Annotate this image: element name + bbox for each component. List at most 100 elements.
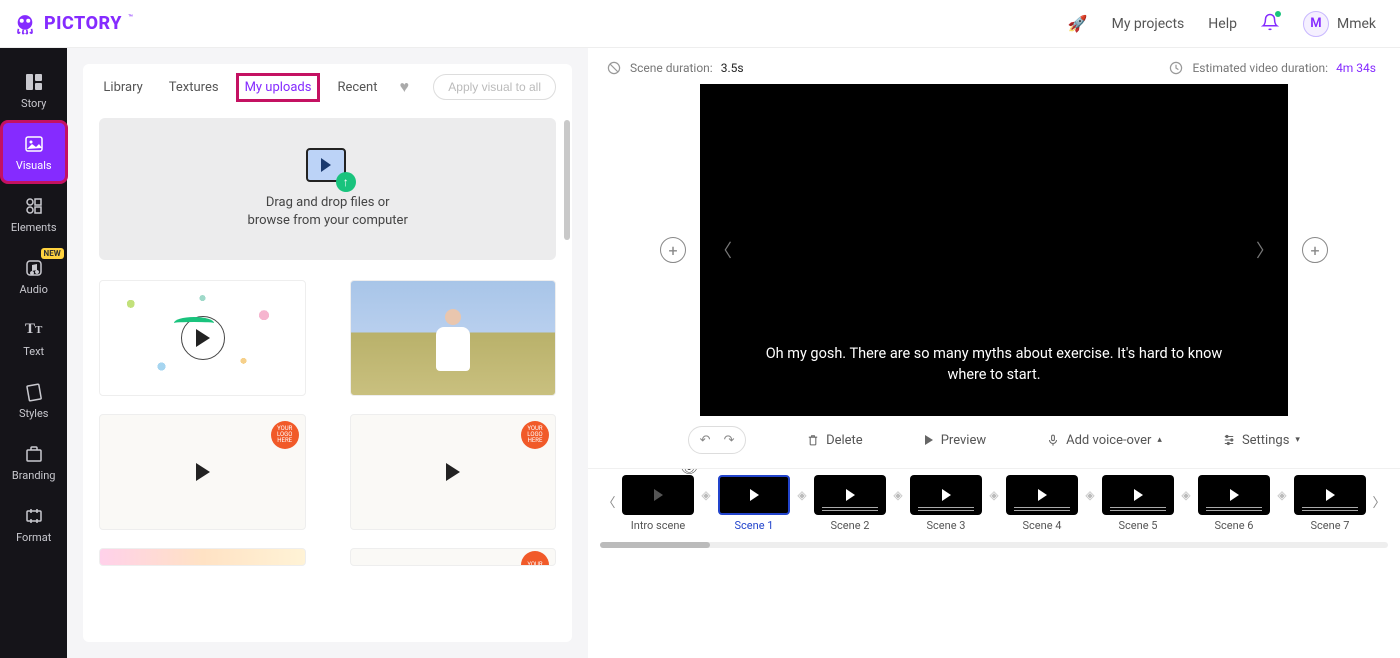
upload-thumb[interactable] <box>350 280 556 396</box>
sidebar-item-styles[interactable]: Styles <box>2 370 66 430</box>
logo-badge-icon: YOURLOGOHERE <box>271 421 299 449</box>
sidebar-item-story[interactable]: Story <box>2 60 66 120</box>
timeline-prev-button[interactable]: 〈 <box>600 475 618 527</box>
transition-icon[interactable]: ◈ <box>698 475 714 515</box>
transition-icon[interactable]: ◈ <box>794 475 810 515</box>
user-menu[interactable]: M Mmek <box>1303 11 1376 37</box>
scrollbar[interactable] <box>564 120 570 240</box>
scene-label: Scene 6 <box>1215 519 1254 532</box>
format-icon <box>23 505 45 527</box>
video-preview: 〈 〉 Oh my gosh. There are so many myths … <box>700 84 1288 416</box>
upload-thumb[interactable]: YOUR <box>350 548 556 566</box>
scene-item-4[interactable]: Scene 4 <box>1006 475 1078 532</box>
dropzone-line1: Drag and drop files or <box>248 194 408 212</box>
play-icon <box>923 434 935 446</box>
scene-label: Scene 4 <box>1023 519 1062 532</box>
transition-icon[interactable]: ◈ <box>890 475 906 515</box>
tab-textures[interactable]: Textures <box>165 78 223 97</box>
add-scene-after-button[interactable]: + <box>1302 237 1328 263</box>
add-scene-before-button[interactable]: + <box>660 237 686 263</box>
upload-icon: ↑ <box>306 148 350 188</box>
visuals-panel: Library Textures My uploads Recent ♥ App… <box>67 48 588 658</box>
sidebar-item-elements[interactable]: Elements <box>2 184 66 244</box>
redo-button[interactable]: ↷ <box>717 429 741 451</box>
undo-button[interactable]: ↶ <box>693 429 717 451</box>
transition-icon[interactable]: ◈ <box>1274 475 1290 515</box>
transition-icon[interactable]: ◈ <box>1178 475 1194 515</box>
apply-visual-all-button[interactable]: Apply visual to all <box>433 74 556 100</box>
sidebar-item-label: Format <box>16 531 51 544</box>
scene-item-2[interactable]: Scene 2 <box>814 475 886 532</box>
scene-item-1[interactable]: Scene 1 <box>718 475 790 532</box>
preview-controls: ↶ ↷ Delete Preview Add voice-over ▴ Sett… <box>588 416 1400 468</box>
sidebar-item-audio[interactable]: NEW Audio <box>2 246 66 306</box>
my-projects-link[interactable]: My projects <box>1112 16 1185 32</box>
scene-item-intro[interactable]: 👁 Intro scene <box>622 475 694 532</box>
notifications-icon[interactable] <box>1261 13 1279 35</box>
sidebar-item-label: Branding <box>12 469 56 482</box>
story-icon <box>23 71 45 93</box>
prev-scene-button[interactable]: 〈 <box>714 237 732 263</box>
upload-thumb[interactable]: YOURLOGOHERE <box>99 414 305 530</box>
help-link[interactable]: Help <box>1208 16 1237 32</box>
estimated-value: 4m 34s <box>1336 61 1376 75</box>
tab-my-uploads[interactable]: My uploads <box>241 78 316 97</box>
scene-label: Scene 1 <box>735 519 774 532</box>
user-name: Mmek <box>1337 16 1376 32</box>
timeline-scrollbar[interactable] <box>600 542 1388 548</box>
logo-tm: ™ <box>128 13 133 22</box>
scene-timeline: 〈 👁 Intro scene ◈ Scene 1 ◈ Scene 2 ◈ Sc… <box>588 468 1400 542</box>
timeline-next-button[interactable]: 〉 <box>1370 475 1388 527</box>
tab-library[interactable]: Library <box>99 78 146 97</box>
upload-dropzone[interactable]: ↑ Drag and drop files or browse from you… <box>99 118 556 260</box>
sidebar-item-branding[interactable]: Branding <box>2 432 66 492</box>
uploads-grid: YOURLOGOHERE YOURLOGOHERE YOUR <box>83 268 572 578</box>
preview-panel: Scene duration: 3.5s Estimated video dur… <box>588 48 1400 658</box>
briefcase-icon <box>23 443 45 465</box>
sidebar-item-text[interactable]: TT Text <box>2 308 66 368</box>
sidebar-item-label: Elements <box>11 221 57 234</box>
header-right: 🚀 My projects Help M Mmek <box>1068 11 1376 37</box>
text-icon: TT <box>23 319 45 341</box>
styles-icon <box>23 381 45 403</box>
logo-badge-icon: YOUR <box>521 551 549 566</box>
scene-item-6[interactable]: Scene 6 <box>1198 475 1270 532</box>
tab-recent[interactable]: Recent <box>333 78 381 97</box>
settings-button[interactable]: Settings ▾ <box>1222 433 1300 448</box>
scene-item-5[interactable]: Scene 5 <box>1102 475 1174 532</box>
image-icon <box>23 133 45 155</box>
next-scene-button[interactable]: 〉 <box>1256 237 1274 263</box>
scene-label: Scene 2 <box>831 519 870 532</box>
sidebar-item-label: Audio <box>20 283 48 296</box>
scene-item-7[interactable]: Scene 7 <box>1294 475 1366 532</box>
scene-duration-label: Scene duration: <box>630 61 713 75</box>
logo-icon <box>12 11 38 37</box>
preview-button[interactable]: Preview <box>923 433 986 448</box>
upload-thumb[interactable] <box>99 548 305 566</box>
upgrade-icon[interactable]: 🚀 <box>1068 14 1088 33</box>
scene-duration-value: 3.5s <box>721 61 744 75</box>
transition-icon[interactable]: ◈ <box>986 475 1002 515</box>
scene-item-3[interactable]: Scene 3 <box>910 475 982 532</box>
sidebar-item-label: Story <box>21 97 46 110</box>
scene-label: Scene 7 <box>1311 519 1350 532</box>
sidebar: Story Visuals Elements NEW Audio TT Text… <box>0 48 67 658</box>
transition-icon[interactable]: ◈ <box>1082 475 1098 515</box>
delete-button[interactable]: Delete <box>806 433 863 448</box>
sidebar-item-visuals[interactable]: Visuals <box>2 122 66 182</box>
upload-thumb[interactable]: YOURLOGOHERE <box>350 414 556 530</box>
microphone-icon <box>1046 433 1060 447</box>
voiceover-button[interactable]: Add voice-over ▴ <box>1046 433 1162 448</box>
upload-thumb[interactable] <box>99 280 305 396</box>
favorites-icon[interactable]: ♥ <box>400 77 410 97</box>
chevron-down-icon: ▾ <box>1295 435 1300 445</box>
sidebar-item-format[interactable]: Format <box>2 494 66 554</box>
scene-label: Intro scene <box>631 519 685 532</box>
new-badge: NEW <box>41 248 64 259</box>
sidebar-item-label: Styles <box>19 407 49 420</box>
clock-icon <box>1168 60 1184 76</box>
logo[interactable]: PICTORY ™ <box>12 11 133 37</box>
logo-text: PICTORY <box>44 13 122 34</box>
sidebar-item-label: Text <box>23 345 44 358</box>
chevron-up-icon: ▴ <box>1157 435 1162 445</box>
